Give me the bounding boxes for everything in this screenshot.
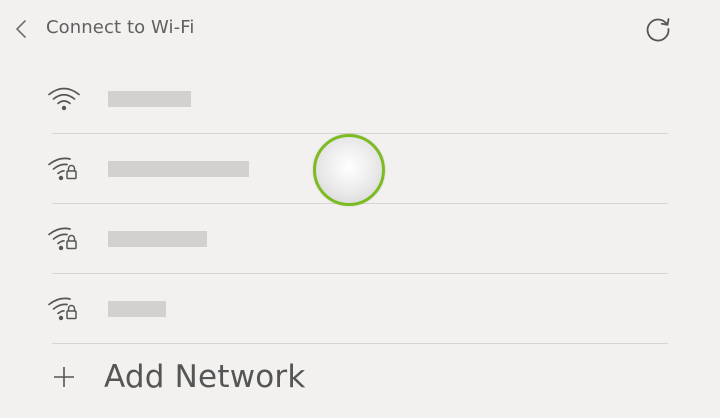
page-title: Connect to Wi-Fi bbox=[46, 17, 195, 38]
add-network-label: Add Network bbox=[104, 359, 306, 395]
network-row[interactable] bbox=[48, 64, 668, 134]
network-name-redacted bbox=[108, 161, 249, 177]
network-name-redacted bbox=[108, 231, 207, 247]
header-bar: Connect to Wi-Fi bbox=[0, 0, 720, 58]
network-name-redacted bbox=[108, 91, 191, 107]
touch-indicator bbox=[313, 134, 385, 206]
network-name-redacted bbox=[108, 301, 166, 317]
wifi-lock-icon bbox=[48, 227, 77, 251]
add-network-button[interactable]: Add Network bbox=[52, 343, 668, 413]
wifi-icon bbox=[48, 87, 80, 111]
chevron-left-icon bbox=[16, 20, 26, 38]
refresh-icon bbox=[646, 18, 670, 42]
plus-icon bbox=[54, 367, 74, 387]
network-row[interactable] bbox=[48, 274, 668, 344]
back-button[interactable] bbox=[8, 14, 36, 44]
network-row[interactable] bbox=[48, 204, 668, 274]
refresh-button[interactable] bbox=[642, 12, 674, 44]
wifi-lock-icon bbox=[48, 297, 77, 321]
wifi-lock-icon bbox=[48, 157, 77, 181]
